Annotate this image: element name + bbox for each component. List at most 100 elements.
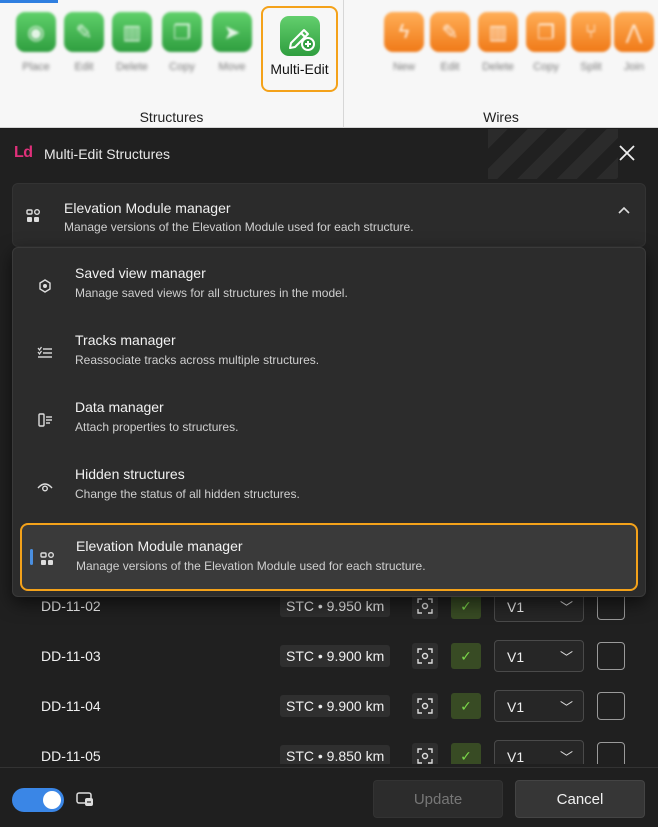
- manager-dropdown: Saved view manager Manage saved views fo…: [12, 247, 646, 597]
- copy-wire-button[interactable]: ❐ Copy: [524, 12, 568, 78]
- view-mode-icon: [76, 791, 94, 812]
- join-label: Join: [623, 61, 645, 73]
- chevron-down-icon: ﹀: [559, 600, 573, 615]
- move-structure-button[interactable]: ➤ Move: [210, 12, 254, 78]
- structure-name: DD-11-05: [41, 748, 101, 764]
- locate-icon: [417, 648, 433, 664]
- delete-structure-button[interactable]: ▥ Delete: [110, 12, 154, 78]
- option-subtitle: Reassociate tracks across multiple struc…: [75, 353, 320, 367]
- update-button[interactable]: Update: [373, 780, 503, 818]
- edit-icon: ✎: [430, 12, 470, 52]
- title-bar: Ld Multi-Edit Structures: [0, 129, 658, 179]
- multi-edit-icon: [279, 16, 320, 56]
- delete-label: Delete: [116, 61, 148, 73]
- edit-structure-button[interactable]: ✎ Edit: [62, 12, 106, 78]
- saved-view-icon: [37, 278, 53, 299]
- chevron-down-icon: ﹀: [559, 650, 573, 665]
- structure-name: DD-11-04: [41, 698, 101, 714]
- option-subtitle: Manage saved views for all structures in…: [75, 286, 348, 300]
- version-select[interactable]: V1 ﹀: [494, 740, 584, 764]
- view-toggle[interactable]: [12, 788, 64, 812]
- edit-wire-label: Edit: [440, 61, 460, 73]
- option-subtitle: Change the status of all hidden structur…: [75, 487, 300, 501]
- multi-edit-window: Ld Multi-Edit Structures Elevation Modul…: [0, 129, 658, 827]
- version-value: V1: [507, 649, 525, 665]
- new-wire-button[interactable]: ϟ New: [382, 12, 426, 78]
- table-row[interactable]: DD-11-03 STC • 9.900 km ✓ V1 ﹀: [12, 634, 646, 684]
- edit-icon: ✎: [64, 12, 104, 52]
- version-value: V1: [507, 599, 525, 615]
- locate-icon: [417, 598, 433, 614]
- place-button[interactable]: ◉ Place: [14, 12, 58, 78]
- copy-structure-button[interactable]: ❐ Copy: [160, 12, 204, 78]
- app-logo: Ld: [14, 144, 33, 161]
- version-value: V1: [507, 699, 525, 715]
- table-row[interactable]: DD-11-04 STC • 9.900 km ✓ V1 ﹀: [12, 684, 646, 734]
- option-title: Elevation Module manager: [76, 538, 243, 554]
- delete-icon: ▥: [478, 12, 518, 52]
- place-label: Place: [22, 61, 50, 73]
- version-select[interactable]: V1 ﹀: [494, 690, 584, 722]
- selected-indicator: [30, 549, 33, 565]
- station-badge: STC • 9.900 km: [280, 645, 391, 667]
- manager-selector[interactable]: Elevation Module manager Manage versions…: [12, 183, 646, 247]
- option-title: Hidden structures: [75, 466, 185, 482]
- split-label: Split: [580, 61, 602, 73]
- station-badge: STC • 9.950 km: [280, 595, 391, 617]
- structures-table: DD-11-02 STC • 9.950 km ✓ V1 ﹀ DD-11-03 …: [12, 584, 646, 764]
- edit-label: Edit: [74, 61, 94, 73]
- structure-name: DD-11-03: [41, 648, 101, 664]
- cancel-button[interactable]: Cancel: [515, 780, 645, 818]
- dropdown-option-tracks[interactable]: Tracks manager Reassociate tracks across…: [13, 323, 645, 383]
- close-button[interactable]: [616, 142, 638, 164]
- structure-name: DD-11-02: [41, 598, 101, 614]
- dropdown-option-elevation-module[interactable]: Elevation Module manager Manage versions…: [20, 523, 638, 591]
- delete-wire-button[interactable]: ▥ Delete: [476, 12, 520, 78]
- window-title: Multi-Edit Structures: [44, 146, 171, 162]
- join-icon: ⋀: [614, 12, 654, 52]
- option-title: Tracks manager: [75, 332, 176, 348]
- check-icon[interactable]: ✓: [451, 743, 481, 764]
- copy-icon: ❐: [162, 12, 202, 52]
- row-checkbox[interactable]: [597, 742, 625, 764]
- edit-wire-button[interactable]: ✎ Edit: [428, 12, 472, 78]
- eye-icon: [37, 479, 53, 500]
- join-wire-button[interactable]: ⋀ Join: [612, 12, 656, 78]
- chevron-up-icon: [617, 204, 631, 221]
- split-wire-button[interactable]: ⑂ Split: [569, 12, 613, 78]
- check-icon[interactable]: ✓: [451, 693, 481, 719]
- copy-wire-label: Copy: [533, 61, 559, 73]
- dropdown-option-data[interactable]: Data manager Attach properties to struct…: [13, 390, 645, 450]
- copy-icon: ❐: [526, 12, 566, 52]
- station-badge: STC • 9.850 km: [280, 745, 391, 764]
- row-checkbox[interactable]: [597, 692, 625, 720]
- selector-title: Elevation Module manager: [64, 200, 231, 216]
- table-row[interactable]: DD-11-05 STC • 9.850 km ✓ V1 ﹀: [12, 734, 646, 764]
- structures-group-label: Structures: [139, 109, 204, 125]
- tracks-icon: [37, 345, 53, 366]
- wires-group-label: Wires: [483, 109, 519, 125]
- locate-button[interactable]: [412, 693, 438, 719]
- locate-icon: [417, 748, 433, 764]
- multi-edit-button[interactable]: Multi-Edit: [261, 6, 338, 92]
- close-icon: [619, 145, 635, 161]
- delete-icon: ▥: [112, 12, 152, 52]
- chevron-down-icon: ﹀: [559, 750, 573, 764]
- station-badge: STC • 9.900 km: [280, 695, 391, 717]
- toggle-knob: [43, 791, 61, 809]
- version-select[interactable]: V1 ﹀: [494, 640, 584, 672]
- option-title: Data manager: [75, 399, 164, 415]
- locate-icon: [417, 698, 433, 714]
- dialog-footer: Update Cancel: [0, 767, 658, 827]
- locate-button[interactable]: [412, 643, 438, 669]
- data-icon: [37, 412, 53, 433]
- elevation-module-icon: [25, 208, 41, 229]
- check-icon[interactable]: ✓: [451, 643, 481, 669]
- copy-label: Copy: [169, 61, 195, 73]
- move-label: Move: [218, 61, 246, 73]
- dropdown-option-hidden-structures[interactable]: Hidden structures Change the status of a…: [13, 457, 645, 517]
- row-checkbox[interactable]: [597, 642, 625, 670]
- move-icon: ➤: [212, 12, 252, 52]
- locate-button[interactable]: [412, 743, 438, 764]
- dropdown-option-saved-view[interactable]: Saved view manager Manage saved views fo…: [13, 256, 645, 316]
